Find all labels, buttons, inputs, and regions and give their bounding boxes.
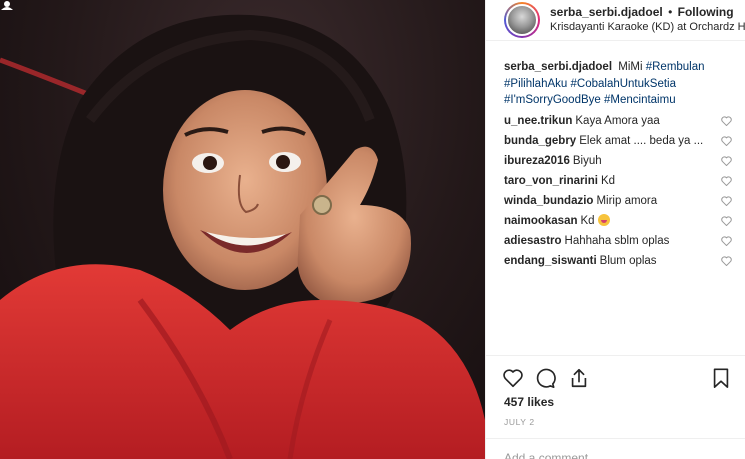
like-comment-heart-icon[interactable]	[721, 236, 732, 246]
location-link[interactable]: Krisdayanti Karaoke (KD) at Orchardz Hot…	[550, 20, 745, 35]
post-sidebar: serba_serbi.djadoel • Following Krisdaya…	[485, 0, 745, 459]
comment-row: taro_von_rinarini Kd	[504, 171, 732, 191]
add-comment-bar	[486, 438, 745, 459]
header-text: serba_serbi.djadoel • Following Krisdaya…	[550, 5, 745, 35]
bookmark-icon[interactable]	[710, 367, 732, 389]
comment-row: ibureza2016 Biyuh	[504, 151, 732, 171]
following-button[interactable]: Following	[678, 5, 734, 19]
like-comment-heart-icon[interactable]	[721, 116, 732, 127]
like-comment-heart-icon[interactable]	[721, 156, 732, 167]
like-comment-heart-icon[interactable]	[721, 256, 732, 266]
like-comment-heart-icon[interactable]	[721, 176, 732, 187]
comment-text: Elek amat .... beda ya ...	[579, 135, 704, 148]
header-separator: •	[668, 5, 673, 19]
heart-icon[interactable]	[502, 367, 524, 389]
hashtag[interactable]: #PilihlahAku	[504, 78, 567, 90]
comment-username[interactable]: endang_siswanti	[504, 255, 597, 267]
comment-username[interactable]: taro_von_rinarini	[504, 175, 598, 187]
comment-text: Kd	[600, 175, 616, 188]
comment-row: endang_siswanti Blum oplas	[504, 251, 732, 271]
photo-illustration	[0, 14, 485, 459]
like-comment-heart-icon[interactable]	[721, 196, 732, 206]
like-comment-heart-icon[interactable]	[721, 216, 732, 226]
avatar-story-ring[interactable]	[504, 2, 540, 38]
add-comment-input[interactable]	[504, 451, 724, 459]
comment-username[interactable]: naimookasan	[504, 215, 578, 227]
comment-text: Kd	[580, 215, 595, 228]
post-date[interactable]: JULY 2	[504, 417, 535, 427]
hashtag[interactable]: #CobalahUntukSetia	[571, 78, 677, 90]
comment-row: bunda_gebry Elek amat .... beda ya ...	[504, 131, 732, 151]
comment-text: Hahhaha sblm oplas	[564, 234, 670, 247]
hashtag[interactable]: #Rembulan	[646, 61, 705, 73]
post-header: serba_serbi.djadoel • Following Krisdaya…	[486, 0, 745, 41]
user-tag-icon[interactable]	[0, 0, 14, 10]
caption-text: MiMi	[618, 61, 643, 73]
comment-username[interactable]: adiesastro	[504, 235, 562, 247]
comments-list: serba_serbi.djadoel MiMi #Rembulan #Pili…	[504, 59, 732, 271]
comment-username[interactable]: u_nee.trikun	[504, 115, 572, 127]
comment-username[interactable]: bunda_gebry	[504, 135, 576, 147]
hashtag[interactable]: #Mencintaimu	[604, 94, 676, 106]
comment-row: winda_bundazio Mirip amora	[504, 191, 732, 211]
like-comment-heart-icon[interactable]	[721, 136, 732, 147]
instagram-post: serba_serbi.djadoel • Following Krisdaya…	[0, 0, 745, 459]
caption: serba_serbi.djadoel MiMi #Rembulan #Pili…	[504, 59, 732, 109]
caption-username[interactable]: serba_serbi.djadoel	[504, 61, 612, 73]
likes-count[interactable]: 457 likes	[504, 395, 554, 409]
comment-text: Mirip amora	[596, 195, 658, 207]
comment-text: Kaya Amora yaa	[575, 115, 660, 128]
header-username[interactable]: serba_serbi.djadoel	[550, 5, 663, 19]
comment-row: naimookasan Kd	[504, 211, 732, 231]
comment-row: adiesastro Hahhaha sblm oplas	[504, 231, 732, 251]
hashtag[interactable]: #I'mSorryGoodBye	[504, 94, 601, 106]
share-icon[interactable]	[568, 367, 590, 389]
comment-text: Blum oplas	[599, 254, 657, 267]
comment-text: Biyuh	[572, 155, 602, 168]
avatar[interactable]	[506, 4, 538, 36]
comment-username[interactable]: ibureza2016	[504, 155, 570, 167]
comment-row: u_nee.trikun Kaya Amora yaa	[504, 112, 732, 132]
post-photo[interactable]	[0, 0, 485, 459]
comment-icon[interactable]	[534, 367, 556, 389]
comment-username[interactable]: winda_bundazio	[504, 195, 593, 207]
header-top-line: serba_serbi.djadoel • Following	[550, 5, 745, 20]
grinning-face-emoji-icon	[597, 214, 610, 227]
